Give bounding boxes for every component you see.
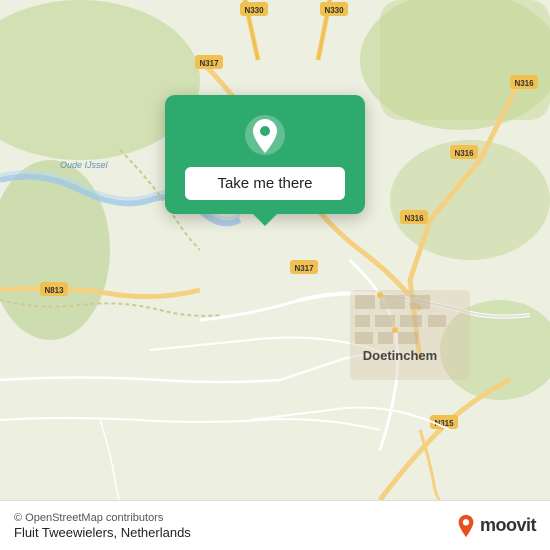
moovit-pin-icon	[456, 514, 476, 538]
svg-text:Oude IJssel: Oude IJssel	[60, 160, 109, 170]
location-popup: Take me there	[165, 95, 365, 214]
svg-text:Doetinchem: Doetinchem	[363, 348, 437, 363]
svg-text:N330: N330	[324, 6, 344, 15]
location-pin-icon	[243, 113, 287, 157]
attribution-text: © OpenStreetMap contributors	[14, 512, 191, 524]
svg-text:N316: N316	[514, 79, 534, 88]
svg-text:N316: N316	[454, 149, 474, 158]
moovit-logo: moovit	[456, 514, 536, 538]
map-container: N330 N330 N316 N316 N316 N317 N317 N813 …	[0, 0, 550, 500]
svg-text:N316: N316	[404, 214, 424, 223]
svg-text:N813: N813	[44, 286, 64, 295]
svg-text:N317: N317	[199, 59, 219, 68]
svg-text:N330: N330	[244, 6, 264, 15]
map-background: N330 N330 N316 N316 N316 N317 N317 N813 …	[0, 0, 550, 500]
bottom-bar: © OpenStreetMap contributors Fluit Tweew…	[0, 500, 550, 550]
moovit-brand-text: moovit	[480, 515, 536, 536]
location-name: Fluit Tweewielers, Netherlands	[14, 525, 191, 540]
take-me-there-button[interactable]: Take me there	[185, 167, 345, 200]
svg-text:N317: N317	[294, 264, 314, 273]
